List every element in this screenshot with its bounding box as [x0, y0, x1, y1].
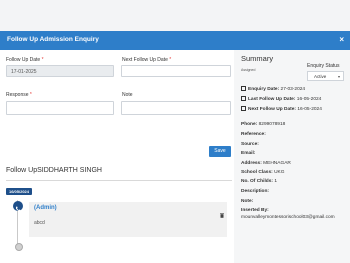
- calendar-icon: [241, 96, 246, 101]
- last-follow-up-row: Last Follow Up Date: 16-05-2024: [241, 96, 321, 102]
- chevron-down-icon: ▾: [337, 73, 340, 79]
- timeline-date-badge: 16/05/2024: [6, 188, 32, 195]
- entry-author: (Admin): [34, 205, 57, 211]
- trash-icon[interactable]: [220, 205, 224, 218]
- enquiry-date-row: Enquiry Date: 27-03-2024: [241, 86, 305, 92]
- next-follow-up-date-label: Next Follow Up Date *: [122, 57, 172, 63]
- phone-row: Phone: 8299078918: [241, 122, 286, 127]
- school-class-row: School Class: UKG: [241, 170, 285, 175]
- reference-row: Reference:: [241, 132, 266, 137]
- note-input[interactable]: [121, 101, 231, 115]
- email-row: Email:: [241, 151, 256, 156]
- note-row: Note:: [241, 199, 254, 204]
- calendar-icon: [241, 106, 246, 111]
- modal-title: Follow Up Admission Enquiry: [7, 36, 99, 43]
- modal-header: Follow Up Admission Enquiry ×: [0, 31, 350, 50]
- follow-up-form-panel: Follow Up Date * 17-01-2025 Next Follow …: [0, 50, 234, 263]
- next-follow-up-row: Next Follow Up Date: 16-05-2024: [241, 106, 322, 112]
- section-divider: [6, 180, 232, 181]
- follow-up-history-title: Follow UpSIDDHARTH SINGH: [6, 167, 102, 174]
- phone-icon: [13, 201, 23, 212]
- note-label: Note: [122, 92, 133, 98]
- summary-panel: Summary Assigned Enquiry Status Active ▾…: [234, 50, 350, 263]
- source-row: Source:: [241, 142, 259, 147]
- enquiry-status-label: Enquiry Status: [307, 63, 340, 69]
- assigned-label: Assigned: [241, 68, 256, 72]
- summary-title: Summary: [241, 54, 274, 63]
- entry-text: abcd: [34, 220, 45, 226]
- follow-up-date-input[interactable]: 17-01-2025: [6, 65, 114, 77]
- save-button[interactable]: Save: [209, 146, 231, 157]
- no-of-childs-row: No. Of Childs: 1: [241, 179, 277, 184]
- follow-up-modal: Follow Up Admission Enquiry × Follow Up …: [0, 31, 350, 263]
- description-row: Description:: [241, 189, 269, 194]
- inserted-by-row: Inserted By:: [241, 208, 269, 213]
- follow-up-date-label: Follow Up Date *: [6, 57, 44, 63]
- response-label: Response *: [6, 92, 32, 98]
- timeline-entry: (Admin) abcd: [29, 202, 227, 237]
- next-follow-up-date-input[interactable]: [121, 65, 231, 77]
- enquiry-status-select[interactable]: Active ▾: [307, 71, 344, 81]
- address-row: Address: MEHNAGAR: [241, 161, 291, 166]
- response-input[interactable]: [6, 101, 114, 115]
- timeline-end-icon: [14, 243, 23, 251]
- close-icon[interactable]: ×: [339, 35, 344, 44]
- inserted-by-value: mounvalleymontessorischool03@gmail.com: [241, 215, 335, 220]
- calendar-icon: [241, 86, 246, 91]
